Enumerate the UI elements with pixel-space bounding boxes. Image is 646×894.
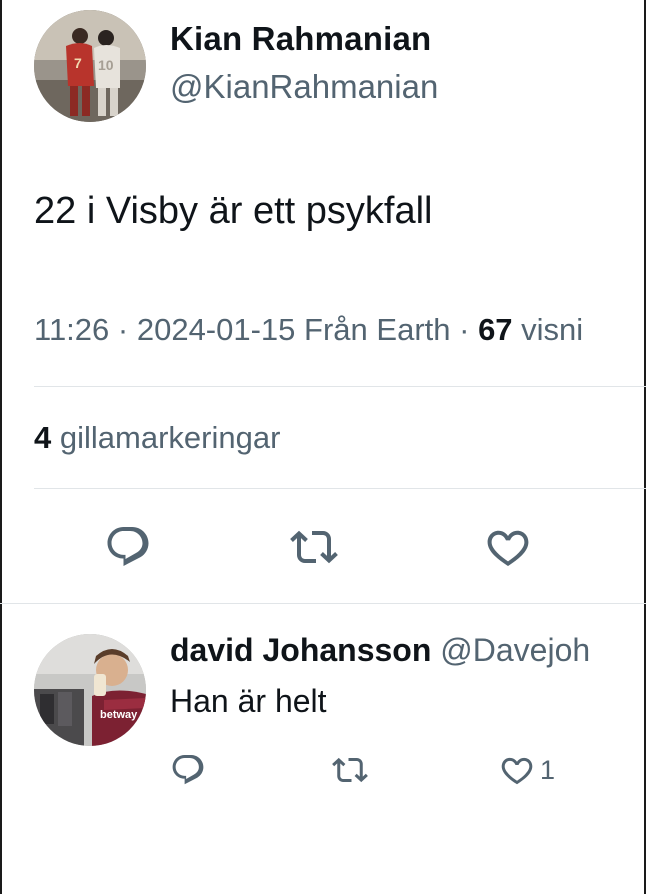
reply-text: Han är helt xyxy=(170,683,327,719)
reply-author-handle[interactable]: @Davejoh xyxy=(440,632,590,668)
author-name[interactable]: Kian Rahmanian xyxy=(170,20,431,58)
tweet-date[interactable]: 2024-01-15 xyxy=(137,312,296,347)
reply-button[interactable] xyxy=(104,523,152,571)
author-handle[interactable]: @KianRahmanian xyxy=(170,68,438,106)
reply-retweet-button[interactable] xyxy=(332,752,368,788)
retweet-button[interactable] xyxy=(290,523,338,571)
svg-text:7: 7 xyxy=(74,55,82,71)
reply-author-avatar[interactable]: betway xyxy=(34,634,146,746)
like-icon xyxy=(487,530,529,566)
divider xyxy=(34,488,646,489)
reply-author-avatar-image: betway xyxy=(34,634,146,746)
svg-text:10: 10 xyxy=(98,57,114,73)
reply-header: david Johansson @Davejoh xyxy=(170,632,590,669)
like-button[interactable] xyxy=(483,523,533,571)
like-icon xyxy=(501,757,533,785)
likes-label: gillamarkeringar xyxy=(59,420,281,455)
reply-icon xyxy=(107,527,149,566)
likes-count: 4 xyxy=(34,420,52,455)
tweet-time[interactable]: 11:26 xyxy=(34,312,109,347)
divider xyxy=(0,603,646,604)
reply-like-button[interactable]: 1 xyxy=(498,752,555,788)
author-avatar-image: 7 10 xyxy=(34,10,146,122)
reply-like-count: 1 xyxy=(540,754,556,785)
left-border xyxy=(0,0,2,894)
reply-reply-button[interactable] xyxy=(170,752,206,788)
meta-separator: · xyxy=(117,312,137,347)
meta-separator: · xyxy=(459,312,479,347)
reply-icon xyxy=(172,755,204,785)
author-avatar[interactable]: 7 10 xyxy=(34,10,146,122)
views-label[interactable]: visni xyxy=(521,312,583,347)
retweet-icon xyxy=(290,530,338,564)
tweet-location: Från Earth xyxy=(304,312,451,347)
tweet-text: 22 i Visby är ett psykfall xyxy=(34,190,433,232)
divider xyxy=(34,386,646,387)
views-count[interactable]: 67 xyxy=(478,312,512,347)
tweet-metadata: 11:26 · 2024-01-15 Från Earth · 67 visni xyxy=(34,312,583,348)
reply-author-name[interactable]: david Johansson xyxy=(170,632,431,668)
retweet-icon xyxy=(332,757,368,783)
svg-text:betway: betway xyxy=(100,709,138,721)
likes-summary[interactable]: 4 gillamarkeringar xyxy=(34,420,280,456)
